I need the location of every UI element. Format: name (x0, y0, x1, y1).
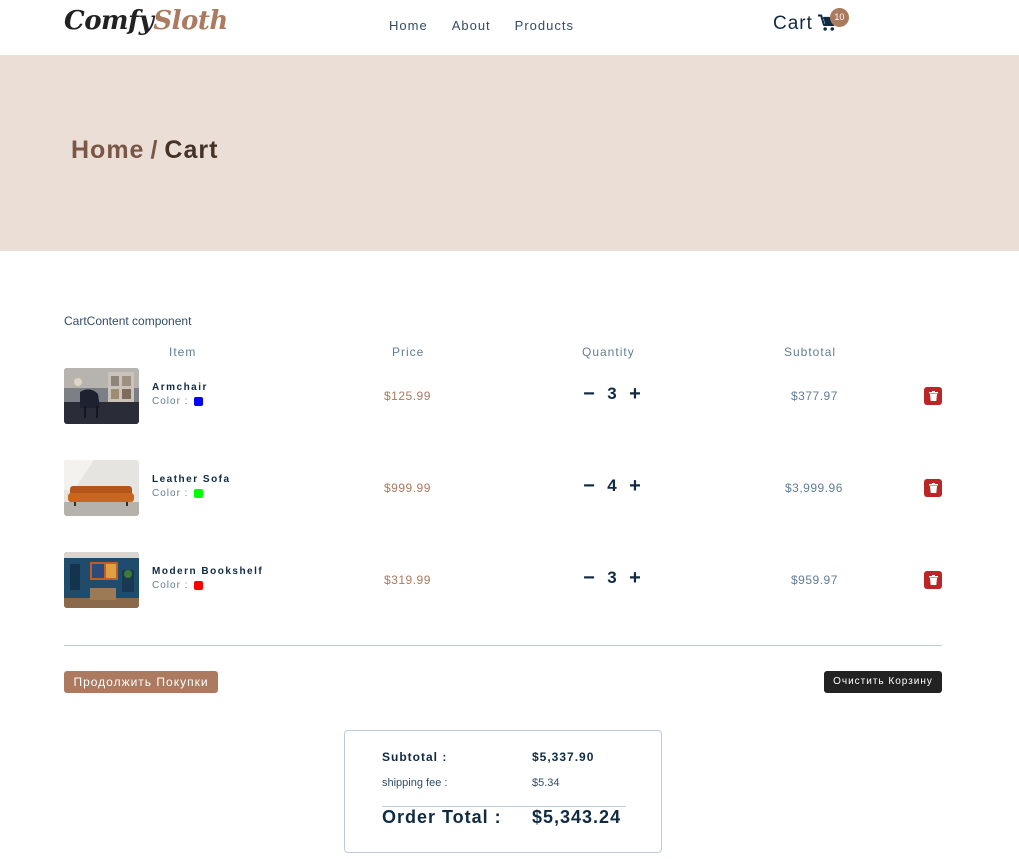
increase-quantity-button[interactable]: + (628, 568, 642, 588)
item-subtotal: $377.97 (791, 389, 838, 403)
nav-link-home[interactable]: Home (389, 18, 428, 33)
nav-links: Home About Products (389, 18, 598, 33)
trash-icon (928, 483, 938, 493)
item-name: Armchair (152, 382, 208, 393)
breadcrumb-current: Cart (164, 136, 219, 164)
item-price: $999.99 (384, 481, 431, 495)
item-color-label: Color : (152, 396, 189, 407)
subtotal-label: Subtotal : (382, 750, 448, 764)
cart-count-badge: 10 (829, 8, 849, 27)
continue-shopping-button[interactable]: Продолжить Покупки (64, 671, 218, 693)
trash-icon (928, 575, 938, 585)
color-swatch (194, 397, 204, 406)
item-color: Color : (152, 580, 204, 591)
item-color-label: Color : (152, 580, 189, 591)
decrease-quantity-button[interactable]: − (582, 476, 596, 496)
quantity-stepper: − 3 + (582, 384, 642, 404)
column-header-subtotal: Subtotal (784, 345, 837, 359)
product-image-modern-bookshelf (64, 552, 139, 608)
quantity-value: 3 (607, 568, 617, 587)
item-subtotal: $3,999.96 (785, 481, 843, 495)
quantity-stepper: − 4 + (582, 476, 642, 496)
breadcrumb: Home / Cart (71, 136, 218, 165)
cart-divider (64, 645, 942, 646)
shipping-fee-value: $5.34 (532, 777, 560, 789)
logo-part-comfy: Comfy (64, 6, 154, 36)
item-color-label: Color : (152, 488, 189, 499)
increase-quantity-button[interactable]: + (628, 476, 642, 496)
color-swatch (194, 581, 204, 590)
decrease-quantity-button[interactable]: − (582, 384, 596, 404)
clear-cart-button[interactable]: Очистить Корзину (824, 671, 942, 693)
subtotal-value: $5,337.90 (532, 750, 595, 764)
component-label: CartContent component (64, 314, 192, 328)
logo-part-sloth: Sloth (153, 6, 228, 36)
order-total-value: $5,343.24 (532, 807, 622, 827)
item-name: Modern Bookshelf (152, 566, 264, 577)
logo[interactable]: ComfySloth (64, 6, 228, 36)
item-color: Color : (152, 488, 204, 499)
item-color: Color : (152, 396, 204, 407)
remove-item-button[interactable] (924, 571, 942, 589)
cart-button[interactable]: Cart 10 (773, 8, 849, 35)
cart-item-row: Modern Bookshelf Color : $319.99 − 3 + $… (64, 552, 942, 608)
nav-link-about[interactable]: About (452, 18, 491, 33)
page-hero: Home / Cart (0, 55, 1019, 251)
column-header-quantity: Quantity (582, 345, 635, 359)
cart-label: Cart (773, 13, 813, 34)
cart-item-row: Leather Sofa Color : $999.99 − 4 + $3,99… (64, 460, 942, 516)
cart-item-row: Armchair Color : $125.99 − 3 + $377.97 (64, 368, 942, 424)
item-price: $319.99 (384, 573, 431, 587)
navbar: ComfySloth Home About Products Cart 10 (0, 0, 1019, 55)
item-subtotal: $959.97 (791, 573, 838, 587)
color-swatch (194, 489, 204, 498)
order-total-label: Order Total : (382, 807, 502, 827)
quantity-value: 3 (607, 384, 617, 403)
column-header-item: Item (169, 345, 197, 359)
item-price: $125.99 (384, 389, 431, 403)
breadcrumb-separator: / (150, 136, 159, 164)
shipping-fee-label: shipping fee : (382, 777, 448, 789)
decrease-quantity-button[interactable]: − (582, 568, 596, 588)
remove-item-button[interactable] (924, 479, 942, 497)
breadcrumb-home-link[interactable]: Home (71, 136, 144, 164)
cart-totals: Subtotal : $5,337.90 shipping fee : $5.3… (344, 730, 662, 853)
nav-link-products[interactable]: Products (515, 18, 574, 33)
shopping-cart-icon: 10 (817, 8, 849, 34)
product-image-armchair (64, 368, 139, 424)
product-image-leather-sofa (64, 460, 139, 516)
remove-item-button[interactable] (924, 387, 942, 405)
quantity-value: 4 (607, 476, 617, 495)
quantity-stepper: − 3 + (582, 568, 642, 588)
trash-icon (928, 391, 938, 401)
item-name: Leather Sofa (152, 474, 231, 485)
column-header-price: Price (392, 345, 425, 359)
increase-quantity-button[interactable]: + (628, 384, 642, 404)
